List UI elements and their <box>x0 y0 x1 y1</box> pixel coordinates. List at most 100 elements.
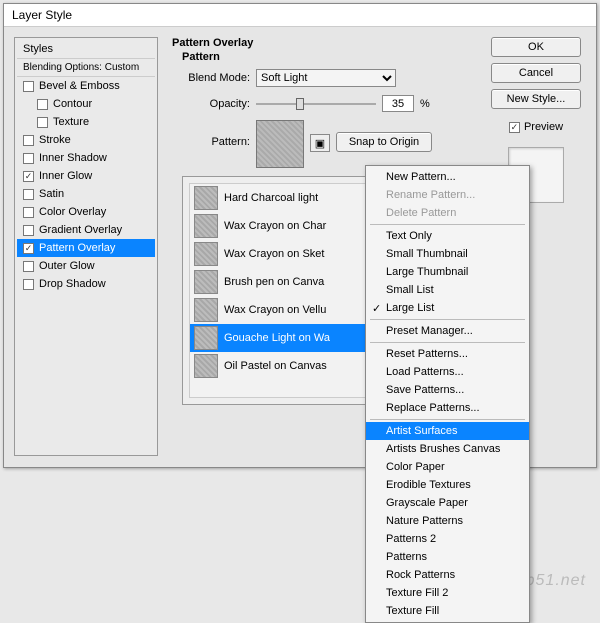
style-row[interactable]: Gradient Overlay <box>17 221 155 239</box>
pattern-list-item[interactable]: Hard Charcoal light <box>190 184 369 212</box>
menu-item[interactable]: Texture Fill 2 <box>366 584 529 602</box>
pattern-swatch[interactable] <box>256 120 304 168</box>
style-label: Drop Shadow <box>39 278 106 290</box>
menu-item[interactable]: Large List <box>366 299 529 317</box>
menu-item[interactable]: Patterns 2 <box>366 530 529 548</box>
pattern-thumbnail <box>194 270 218 294</box>
menu-item[interactable]: Nature Patterns <box>366 512 529 530</box>
style-checkbox[interactable] <box>23 189 34 200</box>
snap-to-origin-button[interactable]: Snap to Origin <box>336 132 432 152</box>
style-row[interactable]: Outer Glow <box>17 257 155 275</box>
menu-item[interactable]: Erodible Textures <box>366 476 529 494</box>
style-checkbox[interactable] <box>37 117 48 128</box>
style-label: Pattern Overlay <box>39 242 115 254</box>
pattern-list-item[interactable]: Wax Crayon on Char <box>190 212 369 240</box>
menu-item[interactable]: Grayscale Paper <box>366 494 529 512</box>
pattern-label: Pattern: <box>182 136 250 148</box>
pattern-thumbnail <box>194 242 218 266</box>
style-row[interactable]: Inner Shadow <box>17 149 155 167</box>
style-row[interactable]: Inner Glow <box>17 167 155 185</box>
blend-mode-label: Blend Mode: <box>182 72 250 84</box>
pattern-list-item[interactable]: Wax Crayon on Sket <box>190 240 369 268</box>
style-row[interactable]: Drop Shadow <box>17 275 155 293</box>
style-label: Satin <box>39 188 64 200</box>
style-row[interactable]: Stroke <box>17 131 155 149</box>
opacity-input[interactable] <box>382 95 414 112</box>
pattern-name: Hard Charcoal light <box>224 192 318 204</box>
pattern-name: Gouache Light on Wa <box>224 332 330 344</box>
menu-item[interactable]: Save Patterns... <box>366 381 529 399</box>
style-label: Inner Glow <box>39 170 92 182</box>
menu-item[interactable]: Text Only <box>366 227 529 245</box>
style-row[interactable]: Satin <box>17 185 155 203</box>
menu-item[interactable]: Small Thumbnail <box>366 245 529 263</box>
menu-item[interactable]: Preset Manager... <box>366 322 529 340</box>
blending-options[interactable]: Blending Options: Custom <box>17 59 155 77</box>
menu-item[interactable]: Reset Patterns... <box>366 345 529 363</box>
section-subtitle: Pattern <box>182 51 472 63</box>
watermark: jb51.net <box>521 572 586 590</box>
menu-separator <box>370 319 525 320</box>
menu-item[interactable]: Rock Patterns <box>366 566 529 584</box>
styles-panel: Styles Blending Options: Custom Bevel & … <box>14 37 158 456</box>
menu-item[interactable]: Load Patterns... <box>366 363 529 381</box>
pattern-list-item[interactable]: Brush pen on Canva <box>190 268 369 296</box>
cancel-button[interactable]: Cancel <box>491 63 581 83</box>
menu-item[interactable]: Replace Patterns... <box>366 399 529 417</box>
dialog-titlebar[interactable]: Layer Style <box>4 4 596 27</box>
menu-item[interactable]: Small List <box>366 281 529 299</box>
pattern-flyout-menu[interactable]: New Pattern...Rename Pattern...Delete Pa… <box>365 165 530 623</box>
style-row[interactable]: Texture <box>17 113 155 131</box>
menu-separator <box>370 224 525 225</box>
style-checkbox[interactable] <box>23 171 34 182</box>
pattern-picker: Hard Charcoal lightWax Crayon on CharWax… <box>182 176 377 405</box>
pattern-name: Brush pen on Canva <box>224 276 324 288</box>
menu-item[interactable]: Artists Brushes Canvas <box>366 440 529 458</box>
style-row[interactable]: Bevel & Emboss <box>17 77 155 95</box>
style-label: Inner Shadow <box>39 152 107 164</box>
style-row[interactable]: Pattern Overlay <box>17 239 155 257</box>
ok-button[interactable]: OK <box>491 37 581 57</box>
pattern-thumbnail <box>194 354 218 378</box>
menu-item[interactable]: Color Paper <box>366 458 529 476</box>
opacity-slider[interactable] <box>256 97 376 111</box>
pattern-thumbnail <box>194 298 218 322</box>
menu-item[interactable]: Patterns <box>366 548 529 566</box>
style-row[interactable]: Color Overlay <box>17 203 155 221</box>
menu-separator <box>370 342 525 343</box>
styles-header[interactable]: Styles <box>17 40 155 59</box>
pattern-list-item[interactable]: Oil Pastel on Canvas <box>190 352 369 380</box>
style-checkbox[interactable] <box>23 279 34 290</box>
menu-item[interactable]: Texture Fill <box>366 602 529 620</box>
pattern-name: Wax Crayon on Vellu <box>224 304 326 316</box>
style-checkbox[interactable] <box>23 135 34 146</box>
opacity-unit: % <box>420 98 430 110</box>
preview-checkbox[interactable] <box>509 122 520 133</box>
style-checkbox[interactable] <box>23 225 34 236</box>
style-checkbox[interactable] <box>23 243 34 254</box>
style-label: Bevel & Emboss <box>39 80 120 92</box>
style-checkbox[interactable] <box>23 81 34 92</box>
pattern-thumbnail <box>194 326 218 350</box>
menu-item: Delete Pattern <box>366 204 529 222</box>
menu-separator <box>370 419 525 420</box>
new-preset-icon[interactable]: ▣ <box>310 134 330 152</box>
style-checkbox[interactable] <box>23 153 34 164</box>
menu-item[interactable]: Large Thumbnail <box>366 263 529 281</box>
section-title: Pattern Overlay <box>172 37 472 49</box>
style-checkbox[interactable] <box>37 99 48 110</box>
pattern-list-item[interactable]: Gouache Light on Wa <box>190 324 369 352</box>
opacity-label: Opacity: <box>182 98 250 110</box>
blend-mode-select[interactable]: Soft Light <box>256 69 396 87</box>
style-checkbox[interactable] <box>23 261 34 272</box>
style-checkbox[interactable] <box>23 207 34 218</box>
pattern-thumbnail <box>194 214 218 238</box>
new-style-button[interactable]: New Style... <box>491 89 581 109</box>
style-label: Contour <box>53 98 92 110</box>
style-label: Stroke <box>39 134 71 146</box>
pattern-list-item[interactable]: Wax Crayon on Vellu <box>190 296 369 324</box>
style-label: Texture <box>53 116 89 128</box>
menu-item[interactable]: New Pattern... <box>366 168 529 186</box>
style-row[interactable]: Contour <box>17 95 155 113</box>
menu-item[interactable]: Artist Surfaces <box>366 422 529 440</box>
